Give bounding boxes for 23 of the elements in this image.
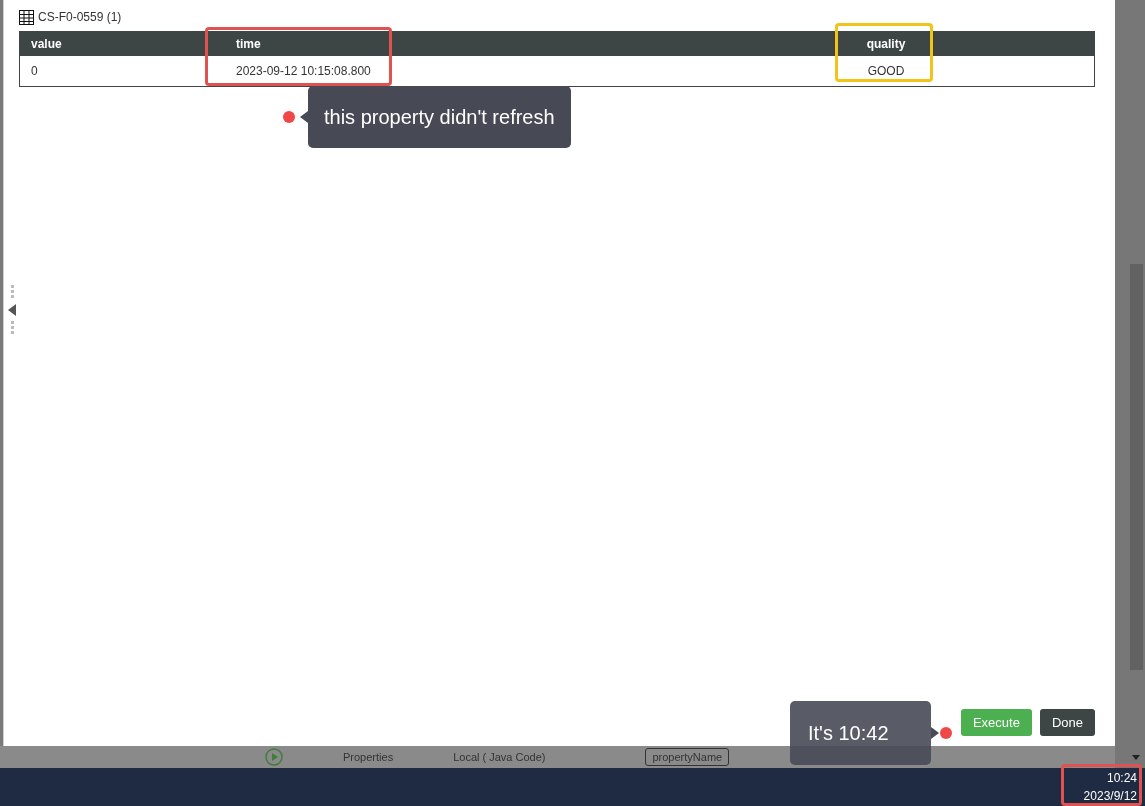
callout-tooltip: this property didn't refresh xyxy=(308,86,571,148)
left-triangle-icon xyxy=(8,304,16,316)
pointer-dot-icon xyxy=(931,726,953,740)
pointer-dot-icon xyxy=(282,110,308,124)
down-triangle-icon xyxy=(1132,755,1140,760)
properties-label: Properties xyxy=(343,749,394,765)
table-cell-text: GOOD xyxy=(866,63,906,80)
source-label: Local ( Java Code) xyxy=(453,749,546,765)
table-icon xyxy=(19,9,34,25)
table-cell-text: 2023-09-12 10:15:08.800 xyxy=(235,63,372,80)
callout-tooltip: It's 10:42 xyxy=(790,701,931,765)
collapse-handle[interactable] xyxy=(7,285,17,335)
property-name-field: propertyName xyxy=(645,748,730,766)
table-cell-text: 0 xyxy=(30,63,39,80)
grip-dots-icon xyxy=(10,285,14,299)
column-header: quality xyxy=(865,36,907,53)
done-button[interactable]: Done xyxy=(1039,709,1095,736)
taskbar-clock[interactable]: 10:24 2023/9/12 xyxy=(1083,769,1139,805)
play-circle-icon xyxy=(265,748,283,766)
grip-dots-icon xyxy=(10,321,14,335)
column-header: time xyxy=(235,36,262,53)
panel-title: CS-F0-0559 (1) xyxy=(38,9,122,26)
column-header: value xyxy=(30,36,63,53)
